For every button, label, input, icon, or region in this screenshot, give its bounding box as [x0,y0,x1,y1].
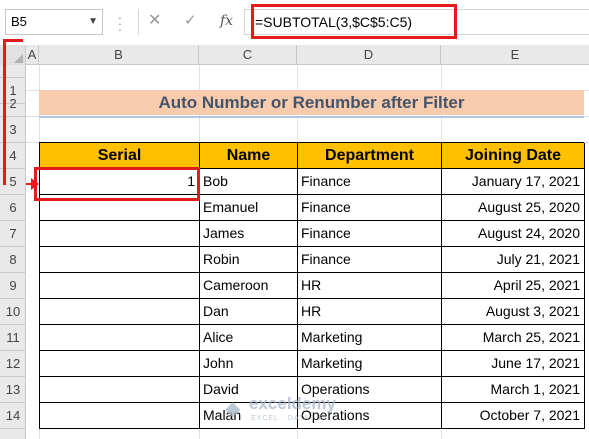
annotation-connector [3,39,6,185]
row-header-9[interactable]: 9 [0,273,26,299]
enter-icon[interactable]: ✓ [184,11,198,31]
cell-department[interactable]: HR [298,299,442,325]
cell-name[interactable]: Emanuel [200,195,298,221]
cell-department[interactable]: Finance [298,247,442,273]
row-header-14[interactable]: 14 [0,403,26,429]
cell-serial[interactable] [40,221,200,247]
column-header-d[interactable]: D [297,45,441,65]
column-header-c[interactable]: C [199,45,297,65]
cell-department[interactable]: Finance [298,169,442,195]
cell-joining-date[interactable]: October 7, 2021 [442,403,585,429]
cell-serial[interactable] [40,273,200,299]
cell-serial[interactable] [40,351,200,377]
formula-bar: B5 ▼ · · · ✕ ✓ fx =SUBTOTAL(3,$C$5:C5) [0,0,589,44]
cell-department[interactable]: Finance [298,221,442,247]
header-name[interactable]: Name [200,143,298,169]
cell-name[interactable]: Bob [200,169,298,195]
watermark: ◆ exceldemy EXCEL · DATA · BI [225,394,385,434]
cell-joining-date[interactable]: August 3, 2021 [442,299,585,325]
cell-name[interactable]: Robin [200,247,298,273]
chevron-down-icon[interactable]: ▼ [88,10,98,34]
header-joining-date[interactable]: Joining Date [442,143,585,169]
row-header-12[interactable]: 12 [0,351,26,377]
row-header-6[interactable]: 6 [0,195,26,221]
row-header-11[interactable]: 11 [0,325,26,351]
header-department[interactable]: Department [298,143,442,169]
arrow-right-icon [31,178,39,190]
cell-name[interactable]: John [200,351,298,377]
row-header-13[interactable]: 13 [0,377,26,403]
formula-bar-divider [138,9,139,35]
column-header-a[interactable]: A [26,45,39,65]
active-cell-highlight-box [34,167,200,201]
cell-department[interactable]: HR [298,273,442,299]
cell-serial[interactable] [40,325,200,351]
sheet-title: Auto Number or Renumber after Filter [39,90,584,115]
row-header-8[interactable]: 8 [0,247,26,273]
grip-dots-icon[interactable]: · · · [117,10,123,36]
watermark-subtitle: EXCEL · DATA · BI [251,415,327,422]
cell-joining-date[interactable]: January 17, 2021 [442,169,585,195]
cell-joining-date[interactable]: March 25, 2021 [442,325,585,351]
name-box[interactable]: B5 ▼ [5,9,103,35]
cell-joining-date[interactable]: August 24, 2020 [442,221,585,247]
exceldemy-logo-icon: ◆ [225,398,241,420]
cell-joining-date[interactable]: August 25, 2020 [442,195,585,221]
title-underline [39,116,584,118]
watermark-name: exceldemy [249,394,336,413]
row-header-7[interactable]: 7 [0,221,26,247]
cell-name[interactable]: Dan [200,299,298,325]
column-header-e[interactable]: E [441,45,589,65]
cancel-icon[interactable]: ✕ [148,11,162,31]
cell-serial[interactable] [40,247,200,273]
header-serial[interactable]: Serial [40,143,200,169]
cell-joining-date[interactable]: March 1, 2021 [442,377,585,403]
cell-joining-date[interactable]: June 17, 2021 [442,351,585,377]
column-header-bar: A B C D E [0,45,589,65]
cell-department[interactable]: Finance [298,195,442,221]
formula-highlight-box [251,4,457,39]
cell-serial[interactable] [40,403,200,429]
cell-name[interactable]: James [200,221,298,247]
row-header-10[interactable]: 10 [0,299,26,325]
cell-joining-date[interactable]: July 21, 2021 [442,247,585,273]
cell-department[interactable]: Marketing [298,325,442,351]
cell-serial[interactable] [40,377,200,403]
name-box-value: B5 [11,14,27,29]
cell-name[interactable]: Cameroon [200,273,298,299]
cell-name[interactable]: Alice [200,325,298,351]
insert-function-icon[interactable]: fx [220,11,240,31]
cell-department[interactable]: Marketing [298,351,442,377]
column-header-b[interactable]: B [39,45,199,65]
annotation-connector [3,39,23,42]
cell-serial[interactable] [40,299,200,325]
cell-joining-date[interactable]: April 25, 2021 [442,273,585,299]
